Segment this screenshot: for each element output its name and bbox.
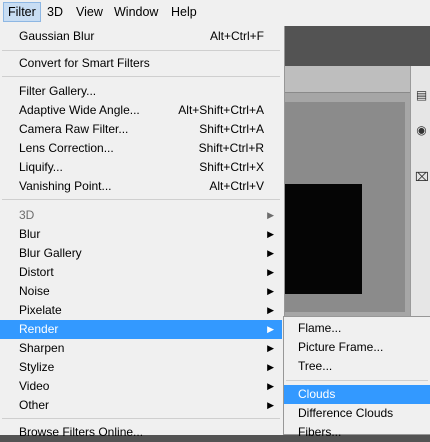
menu-item-label: Camera Raw Filter...: [19, 122, 129, 136]
panel-icon-1[interactable]: ▤: [415, 88, 428, 102]
menu-item-label: Blur Gallery: [19, 246, 82, 260]
menu-item-label: Liquify...: [19, 160, 63, 174]
menu-bar: Filter 3D View Window Help: [0, 0, 430, 27]
menu-item-label: Video: [19, 379, 50, 393]
menu-separator: [2, 50, 280, 51]
canvas-image[interactable]: [280, 184, 362, 294]
submenu-item-flame[interactable]: Flame...: [284, 319, 430, 338]
menu-separator: [2, 76, 280, 77]
menu-item-shortcut: Shift+Ctrl+X: [199, 160, 264, 174]
submenu-item-clouds[interactable]: Clouds: [284, 385, 430, 404]
menu-item-convert-smart-filters[interactable]: Convert for Smart Filters: [0, 54, 282, 73]
menubar-help[interactable]: Help: [167, 3, 201, 21]
menu-item-gaussian-blur[interactable]: Gaussian Blur Alt+Ctrl+F: [0, 27, 282, 46]
menu-item-vanishing-point[interactable]: Vanishing Point... Alt+Ctrl+V: [0, 177, 282, 196]
menu-item-sharpen[interactable]: Sharpen ▶: [0, 339, 282, 358]
submenu-item-label: Clouds: [298, 387, 336, 401]
menu-item-shortcut: Alt+Shift+Ctrl+A: [178, 103, 264, 117]
panel-icon-2[interactable]: ◉: [415, 123, 428, 137]
menu-item-pixelate[interactable]: Pixelate ▶: [0, 301, 282, 320]
menu-item-lens-correction[interactable]: Lens Correction... Shift+Ctrl+R: [0, 139, 282, 158]
submenu-arrow-icon: ▶: [267, 324, 274, 334]
submenu-item-label: Difference Clouds: [298, 406, 394, 420]
menu-item-blur[interactable]: Blur ▶: [0, 225, 282, 244]
menu-item-other[interactable]: Other ▶: [0, 396, 282, 415]
menu-item-label: Gaussian Blur: [19, 29, 95, 43]
menu-item-render[interactable]: Render ▶: [0, 320, 282, 339]
submenu-item-difference-clouds[interactable]: Difference Clouds: [284, 404, 430, 423]
menu-item-shortcut: Alt+Ctrl+V: [209, 179, 264, 193]
menu-item-label: Filter Gallery...: [19, 84, 97, 98]
menu-item-label: Stylize: [19, 360, 55, 374]
menu-item-label: Adaptive Wide Angle...: [19, 103, 140, 117]
menu-item-label: Vanishing Point...: [19, 179, 112, 193]
menu-item-label: Blur: [19, 227, 41, 241]
document-tab-strip: [280, 66, 410, 93]
panel-icon-3[interactable]: ⌧: [415, 170, 429, 184]
menu-item-label: Noise: [19, 284, 50, 298]
menu-item-label: 3D: [19, 208, 35, 222]
submenu-arrow-icon: ▶: [267, 381, 274, 391]
submenu-arrow-icon: ▶: [267, 400, 274, 410]
submenu-arrow-icon: ▶: [267, 229, 274, 239]
menu-item-label: Sharpen: [19, 341, 65, 355]
menu-item-filter-gallery[interactable]: Filter Gallery...: [0, 82, 282, 101]
menu-item-label: Lens Correction...: [19, 141, 114, 155]
submenu-item-picture-frame[interactable]: Picture Frame...: [284, 338, 430, 357]
submenu-arrow-icon: ▶: [267, 343, 274, 353]
menu-item-stylize[interactable]: Stylize ▶: [0, 358, 282, 377]
menu-item-label: Browse Filters Online...: [19, 425, 144, 439]
submenu-arrow-icon: ▶: [267, 362, 274, 372]
menu-item-browse-filters-online[interactable]: Browse Filters Online...: [0, 423, 282, 442]
menu-item-distort[interactable]: Distort ▶: [0, 263, 282, 282]
menu-item-liquify[interactable]: Liquify... Shift+Ctrl+X: [0, 158, 282, 177]
submenu-arrow-icon: ▶: [267, 305, 274, 315]
filter-menu: Gaussian Blur Alt+Ctrl+F Convert for Sma…: [0, 26, 285, 439]
menu-item-noise[interactable]: Noise ▶: [0, 282, 282, 301]
menu-item-3d: 3D ▶: [0, 206, 282, 225]
submenu-item-fibers[interactable]: Fibers...: [284, 423, 430, 442]
submenu-item-label: Flame...: [298, 321, 342, 335]
render-submenu: Flame... Picture Frame... Tree... Clouds…: [283, 316, 430, 439]
menubar-filter[interactable]: Filter: [3, 2, 41, 22]
menu-item-blur-gallery[interactable]: Blur Gallery ▶: [0, 244, 282, 263]
menu-separator: [2, 418, 280, 419]
menu-item-label: Convert for Smart Filters: [19, 56, 150, 70]
submenu-arrow-icon: ▶: [267, 267, 274, 277]
menubar-view[interactable]: View: [72, 3, 107, 21]
submenu-item-label: Tree...: [298, 359, 333, 373]
menubar-3d[interactable]: 3D: [43, 3, 67, 21]
menu-item-shortcut: Shift+Ctrl+R: [198, 141, 264, 155]
menu-separator: [286, 380, 428, 381]
menu-item-label: Other: [19, 398, 50, 412]
menu-item-shortcut: Shift+Ctrl+A: [199, 122, 264, 136]
submenu-arrow-icon: ▶: [267, 248, 274, 258]
menu-item-label: Distort: [19, 265, 54, 279]
menubar-window[interactable]: Window: [110, 3, 162, 21]
menu-item-label: Render: [19, 322, 59, 336]
submenu-arrow-icon: ▶: [267, 286, 274, 296]
submenu-item-tree[interactable]: Tree...: [284, 357, 430, 376]
menu-item-video[interactable]: Video ▶: [0, 377, 282, 396]
submenu-arrow-icon: ▶: [267, 210, 274, 220]
menu-item-adaptive-wide-angle[interactable]: Adaptive Wide Angle... Alt+Shift+Ctrl+A: [0, 101, 282, 120]
menu-item-camera-raw-filter[interactable]: Camera Raw Filter... Shift+Ctrl+A: [0, 120, 282, 139]
menu-item-label: Pixelate: [19, 303, 62, 317]
menu-separator: [2, 199, 280, 200]
menu-item-shortcut: Alt+Ctrl+F: [209, 29, 264, 43]
submenu-item-label: Picture Frame...: [298, 340, 384, 354]
submenu-item-label: Fibers...: [298, 425, 342, 439]
